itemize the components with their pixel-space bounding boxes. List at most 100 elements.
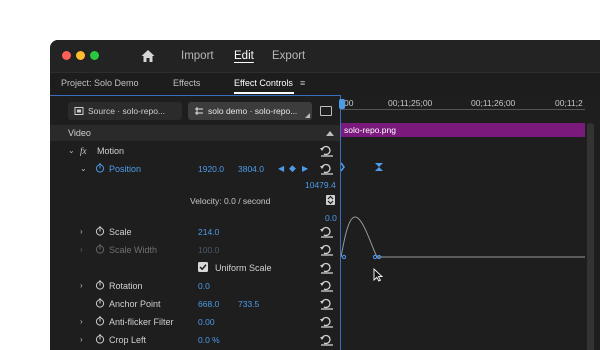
chevron-right-icon[interactable]: › [80,227,83,236]
ruler-label: 00 [344,98,354,108]
graph-max-value: 10479.4 [305,180,336,190]
position-x-value[interactable]: 1920.0 [198,164,224,174]
graph-options-icon[interactable] [326,195,335,205]
keyframe-icon[interactable] [341,161,401,173]
clip-bar[interactable]: solo-repo.png [341,123,585,137]
tab-effects[interactable]: Effects [173,78,200,88]
minimize-window-button[interactable] [76,51,85,60]
anti-flicker-label: Anti-flicker Filter [109,317,174,327]
motion-label: Motion [97,146,125,156]
anti-flicker-row: › Anti-flicker Filter 0.00 [50,313,340,331]
crop-left-row: › Crop Left 0.0 % [50,331,340,349]
tab-project[interactable]: Project: Solo Demo [61,78,139,88]
position-label: Position [109,164,142,174]
anchor-y-value[interactable]: 733.5 [238,299,259,309]
stopwatch-icon [95,244,105,254]
next-keyframe-icon[interactable]: ▶ [302,164,308,173]
velocity-graph[interactable] [341,215,585,261]
reset-icon[interactable] [320,226,334,238]
clip-name: solo-repo.png [344,125,396,135]
crop-left-label: Crop Left [109,335,147,345]
stopwatch-icon[interactable] [95,280,105,290]
video-header: Video [50,125,340,141]
anti-flicker-value[interactable]: 0.00 [198,317,215,327]
scale-width-row: › Scale Width 100.0 [50,241,340,259]
sequence-clip-label: solo demo · solo-repo... [208,106,298,116]
add-keyframe-icon[interactable]: ◆ [289,163,296,174]
ruler-label: 00;11;26;00 [471,98,516,108]
ruler-baseline [341,109,585,110]
scale-width-value: 100.0 [198,245,220,255]
scale-value[interactable]: 214.0 [198,227,219,237]
sequence-clip-tab[interactable]: solo demo · solo-repo... [188,102,312,120]
clip-tabs: Source · solo-repo... solo demo · solo-r… [50,96,340,124]
stopwatch-icon[interactable] [95,334,105,344]
vertical-scrollbar[interactable] [587,123,594,350]
anchor-point-label: Anchor Point [109,299,161,309]
scale-row: › Scale 214.0 [50,223,340,241]
nav-import[interactable]: Import [181,50,214,62]
stopwatch-icon[interactable] [95,163,105,173]
home-icon[interactable] [140,48,156,64]
reset-icon[interactable] [320,163,334,175]
film-icon [74,107,84,115]
reset-icon[interactable] [320,298,334,310]
reset-icon[interactable] [320,334,334,346]
title-bar: Import Edit Export [50,40,600,72]
chevron-down-icon[interactable]: ⌄ [68,146,75,155]
close-window-button[interactable] [62,51,71,60]
rotation-value[interactable]: 0.0 [198,281,210,291]
chevron-right-icon[interactable]: › [80,317,83,326]
tab-dropdown-icon[interactable] [305,113,310,118]
playhead[interactable] [339,99,345,109]
stopwatch-icon[interactable] [95,226,105,236]
nav-export[interactable]: Export [272,50,305,62]
anchor-x-value[interactable]: 668.0 [198,299,219,309]
ruler-label: 00;11;2 [555,98,583,108]
chevron-down-icon[interactable]: ⌄ [80,164,87,173]
fx-icon[interactable]: fx [80,146,87,156]
prev-keyframe-icon[interactable]: ◀ [278,164,284,173]
chevron-right-icon[interactable]: › [80,281,83,290]
reset-icon[interactable] [320,316,334,328]
ruler-label: 00;11;25;00 [388,98,433,108]
rotation-label: Rotation [109,281,143,291]
uniform-scale-row: Uniform Scale [50,259,340,277]
panel-layout-icon[interactable] [320,106,332,116]
reset-icon[interactable] [320,145,334,157]
stopwatch-icon[interactable] [95,316,105,326]
checkbox-icon[interactable] [198,262,208,272]
panel-menu-icon[interactable]: ≡ [300,78,305,88]
sequence-icon [195,107,203,115]
effect-controls-panel: Source · solo-repo... solo demo · solo-r… [50,95,341,350]
crop-left-value[interactable]: 0.0 % [198,335,220,345]
anchor-point-row: Anchor Point 668.0 733.5 [50,295,340,313]
rotation-row: › Rotation 0.0 [50,277,340,295]
scale-width-label: Scale Width [109,245,158,255]
panel-tab-bar: Project: Solo Demo Effects Effect Contro… [50,72,600,95]
chevron-right-icon: › [80,245,83,254]
velocity-readout: Velocity: 0.0 / second [190,196,271,206]
cursor-arrow-icon [373,268,383,282]
active-tab-underline [234,92,294,94]
zoom-window-button[interactable] [90,51,99,60]
nav-edit[interactable]: Edit [234,50,254,62]
reset-icon[interactable] [320,244,334,256]
tab-effect-controls[interactable]: Effect Controls [234,78,293,88]
position-row: ⌄ Position 1920.0 3804.0 ◀ ◆ ▶ [50,160,340,178]
effect-controls-timeline[interactable]: 00 00;11;25;00 00;11;26;00 00;11;2 solo-… [339,95,600,350]
reset-icon[interactable] [320,262,334,274]
reset-icon[interactable] [320,280,334,292]
source-clip-tab[interactable]: Source · solo-repo... [68,102,182,120]
source-clip-label: Source · solo-repo... [88,106,166,116]
position-y-value[interactable]: 3804.0 [238,164,264,174]
collapse-up-icon[interactable] [326,131,334,136]
app-window: Import Edit Export Project: Solo Demo Ef… [50,40,600,350]
uniform-scale-label: Uniform Scale [215,263,272,273]
motion-row: ⌄ fx Motion [50,142,340,160]
chevron-right-icon[interactable]: › [80,335,83,344]
graph-min-value: 0.0 [325,213,337,223]
video-label: Video [68,128,91,138]
scale-label: Scale [109,227,132,237]
stopwatch-icon[interactable] [95,298,105,308]
